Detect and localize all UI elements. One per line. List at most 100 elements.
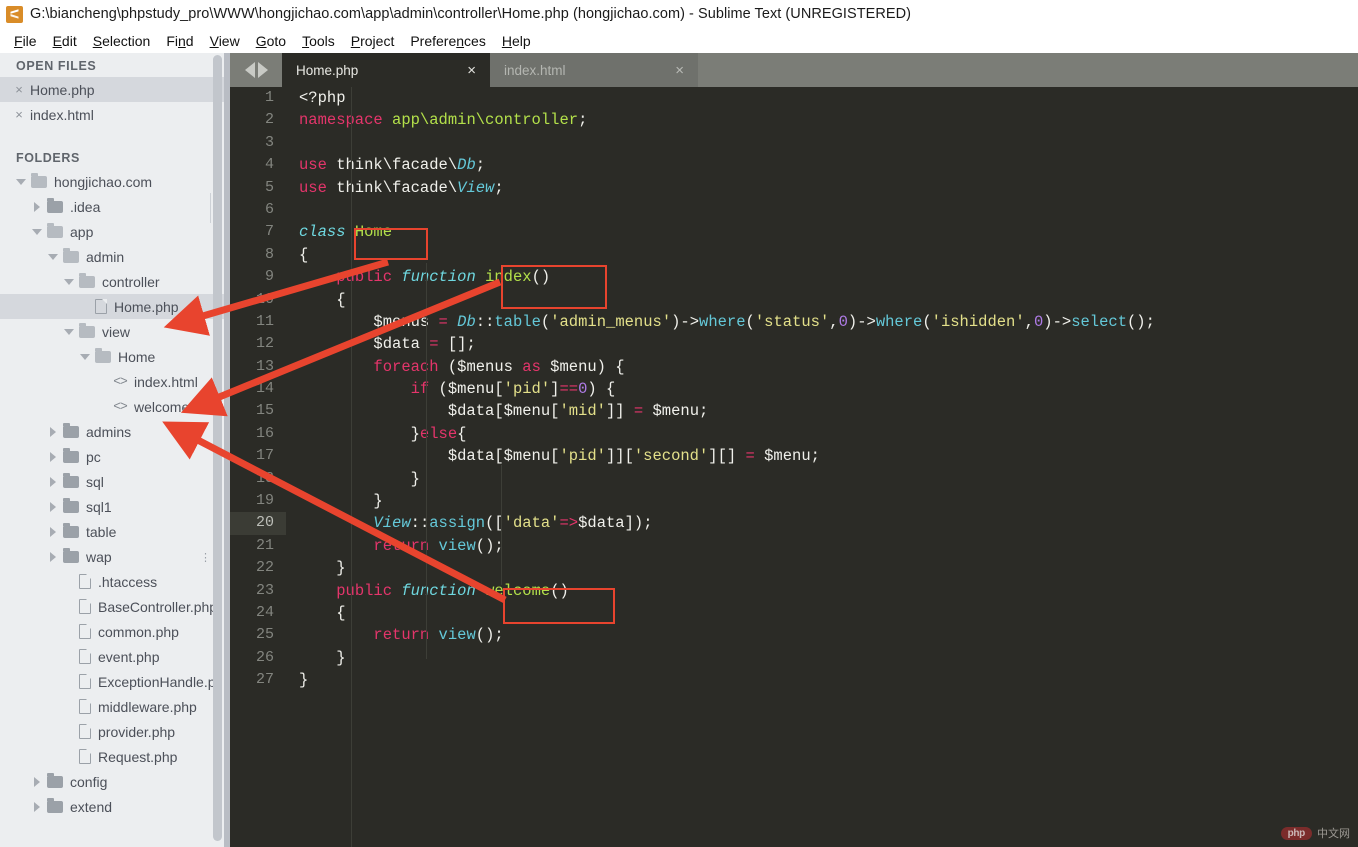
tree-item-extend[interactable]: extend [0,794,230,819]
tree-item-admin[interactable]: admin [0,244,230,269]
menu-item-goto[interactable]: Goto [248,31,294,51]
tree-item-view[interactable]: view [0,319,230,344]
folder-tree-list[interactable]: hongjichao.com .idea app admin controller Hom… [0,169,230,819]
code-line-text[interactable]: } [286,647,345,669]
code-line-text[interactable]: return view(); [286,535,503,557]
tree-item-request-php[interactable]: Request.php [0,744,230,769]
sidebar-scrollbar-thumb[interactable] [213,55,222,841]
code-line-text[interactable]: $data[$menu['pid']]['second'][] = $menu; [286,445,820,467]
tree-item-controller[interactable]: controller [0,269,230,294]
chevron-down-icon[interactable] [16,178,26,185]
code-line-text[interactable]: { [286,602,345,624]
code-line-25[interactable]: 25 return view(); [230,624,1358,646]
code-line-8[interactable]: 8{ [230,244,1358,266]
close-icon[interactable]: × [12,82,26,97]
open-file-index-html[interactable]: × index.html [0,102,230,127]
close-icon[interactable]: × [675,63,684,78]
arrow-right-icon[interactable] [257,62,268,78]
menu-item-file[interactable]: File [6,31,45,51]
code-line-10[interactable]: 10 { [230,289,1358,311]
code-line-text[interactable]: { [286,289,345,311]
code-line-6[interactable]: 6 [230,199,1358,221]
tree-item--idea[interactable]: .idea [0,194,230,219]
chevron-down-icon[interactable] [48,253,58,260]
code-line-11[interactable]: 11 $menus = Db::table('admin_menus')->wh… [230,311,1358,333]
code-line-text[interactable]: namespace app\admin\controller; [286,109,587,131]
code-line-23[interactable]: 23 public function welcome() [230,580,1358,602]
menu-item-preferences[interactable]: Preferences [402,31,494,51]
sidebar-scrollbar[interactable] [213,53,222,847]
tree-item-provider-php[interactable]: provider.php [0,719,230,744]
chevron-right-icon[interactable] [34,776,40,787]
chevron-down-icon[interactable] [32,228,42,235]
tree-item-pc[interactable]: pc [0,444,230,469]
code-line-14[interactable]: 14 if ($menu['pid']==0) { [230,378,1358,400]
code-line-text[interactable]: if ($menu['pid']==0) { [286,378,616,400]
chevron-right-icon[interactable] [50,476,56,487]
code-line-text[interactable]: class Home [286,221,392,243]
menu-item-edit[interactable]: Edit [45,31,85,51]
code-area[interactable]: 1 <?php 2 namespace app\admin\controller; 3 4… [230,87,1358,847]
code-line-12[interactable]: 12 $data = []; [230,333,1358,355]
code-line-9[interactable]: 9 public function index() [230,266,1358,288]
code-line-text[interactable]: $data[$menu['mid']] = $menu; [286,400,709,422]
code-line-24[interactable]: 24 { [230,602,1358,624]
tree-item-welcome-ht[interactable]: <> welcome.ht [0,394,230,419]
code-line-text[interactable]: } [286,669,308,691]
code-line-text[interactable]: $menus = Db::table('admin_menus')->where… [286,311,1155,333]
tree-item-sql[interactable]: sql [0,469,230,494]
open-file-home-php[interactable]: × Home.php [0,77,230,102]
tree-item-config[interactable]: config [0,769,230,794]
code-line-26[interactable]: 26 } [230,647,1358,669]
tree-item-exceptionhandle-p[interactable]: ExceptionHandle.p [0,669,230,694]
code-line-text[interactable]: foreach ($menus as $menu) { [286,356,624,378]
code-line-text[interactable]: { [286,244,308,266]
arrow-left-icon[interactable] [244,62,255,78]
chevron-right-icon[interactable] [34,801,40,812]
close-icon[interactable]: × [467,63,476,78]
code-line-text[interactable]: use think\facade\Db; [286,154,485,176]
code-line-7[interactable]: 7 class Home [230,221,1358,243]
code-line-19[interactable]: 19 } [230,490,1358,512]
code-line-22[interactable]: 22 } [230,557,1358,579]
code-line-3[interactable]: 3 [230,132,1358,154]
tab-index-html[interactable]: index.html × [490,53,698,87]
tree-item-event-php[interactable]: event.php [0,644,230,669]
code-line-16[interactable]: 16 }else{ [230,423,1358,445]
code-line-text[interactable]: View::assign(['data'=>$data]); [286,512,652,534]
code-lines[interactable]: 1 <?php 2 namespace app\admin\controller; 3 4… [230,87,1358,692]
code-line-text[interactable]: public function welcome() [286,580,569,602]
chevron-right-icon[interactable] [50,526,56,537]
sidebar-file-tree[interactable]: OPEN FILES × Home.php × index.html FOLDERS … [0,53,230,847]
menu-item-tools[interactable]: Tools [294,31,343,51]
chevron-down-icon[interactable] [80,353,90,360]
menu-item-project[interactable]: Project [343,31,403,51]
code-line-18[interactable]: 18 } [230,468,1358,490]
code-line-text[interactable]: } [286,468,420,490]
code-line-5[interactable]: 5 use think\facade\View; [230,177,1358,199]
menu-item-selection[interactable]: Selection [85,31,159,51]
sidebar-resize-dots[interactable]: ⋮ [200,553,211,564]
tree-item--htaccess[interactable]: .htaccess [0,569,230,594]
code-line-21[interactable]: 21 return view(); [230,535,1358,557]
code-line-27[interactable]: 27} [230,669,1358,691]
tree-item-sql1[interactable]: sql1 [0,494,230,519]
tree-item-common-php[interactable]: common.php [0,619,230,644]
code-line-4[interactable]: 4 use think\facade\Db; [230,154,1358,176]
chevron-right-icon[interactable] [34,201,40,212]
open-files-list[interactable]: × Home.php × index.html [0,77,230,127]
chevron-right-icon[interactable] [50,551,56,562]
code-line-text[interactable]: public function index() [286,266,550,288]
code-line-text[interactable]: use think\facade\View; [286,177,504,199]
code-line-1[interactable]: 1 <?php [230,87,1358,109]
code-line-15[interactable]: 15 $data[$menu['mid']] = $menu; [230,400,1358,422]
tree-item-index-html[interactable]: <> index.html [0,369,230,394]
menu-item-view[interactable]: View [202,31,248,51]
code-line-17[interactable]: 17 $data[$menu['pid']]['second'][] = $me… [230,445,1358,467]
code-line-text[interactable]: } [286,490,382,512]
chevron-right-icon[interactable] [50,501,56,512]
chevron-right-icon[interactable] [50,451,56,462]
code-line-2[interactable]: 2 namespace app\admin\controller; [230,109,1358,131]
code-line-text[interactable]: <?php [286,87,346,109]
tree-item-home[interactable]: Home [0,344,230,369]
